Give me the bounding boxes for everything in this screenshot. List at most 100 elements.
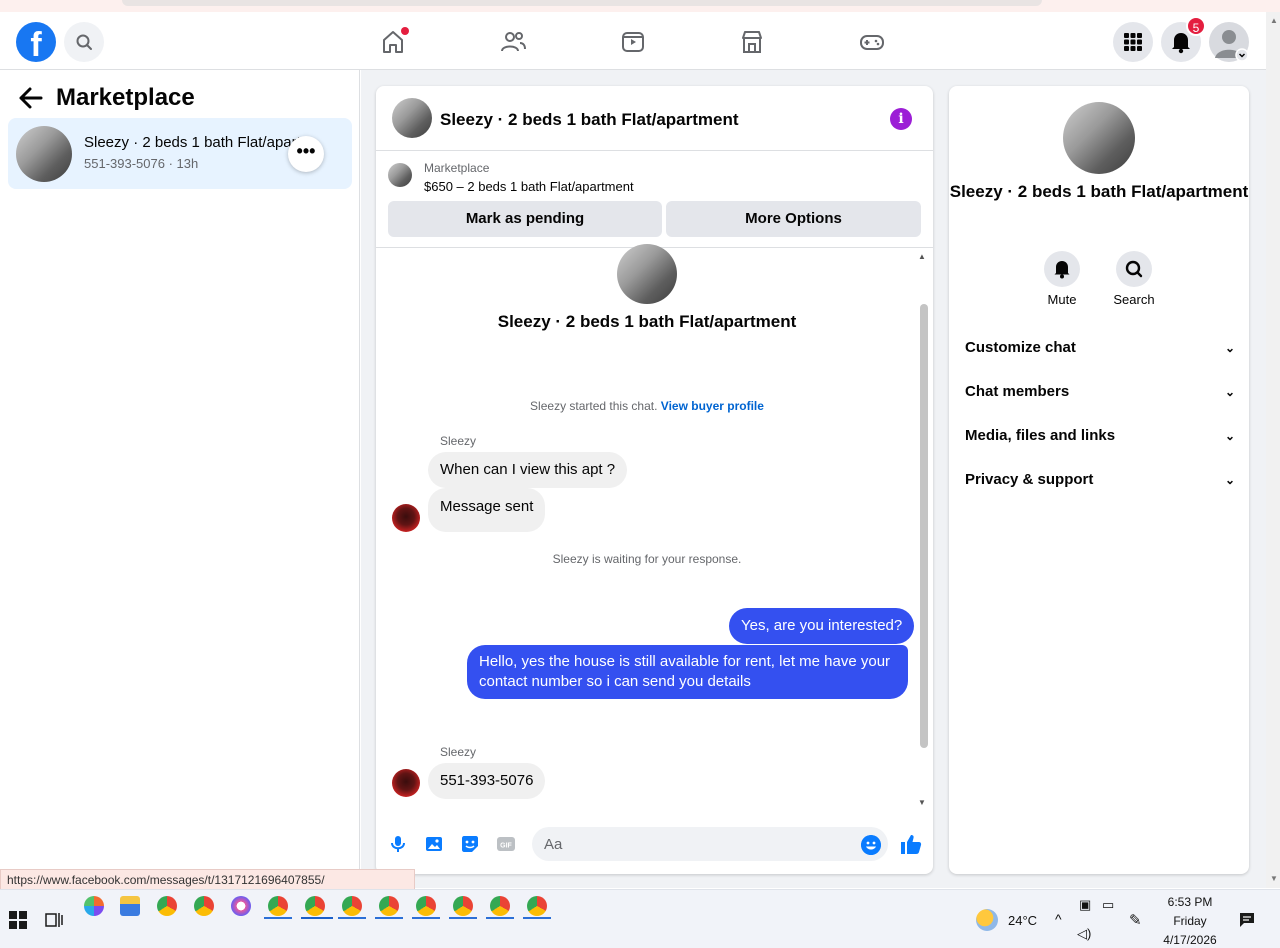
thumbs-up-icon[interactable]	[899, 832, 923, 856]
info-icon[interactable]: i	[890, 108, 912, 130]
chevron-up-icon[interactable]: ^	[1055, 911, 1062, 927]
menu-button[interactable]	[1113, 22, 1153, 62]
incoming-message[interactable]: 551-393-5076	[428, 763, 546, 799]
sticker-icon[interactable]	[460, 834, 480, 854]
privacy-support-section[interactable]: Privacy & support ⌄	[965, 471, 1235, 495]
chat-header-thumbnail[interactable]	[392, 98, 432, 138]
conversation-meta: 551-393-5076 · 13h	[84, 156, 199, 171]
chrome-icon[interactable]	[305, 896, 325, 916]
sender-name: Sleezy	[440, 434, 477, 448]
facebook-logo[interactable]: f	[16, 22, 56, 62]
more-options-icon[interactable]: •••	[288, 136, 324, 172]
page-scrollbar[interactable]: ▲ ▼	[1266, 12, 1280, 888]
account-button[interactable]	[1209, 22, 1249, 62]
mute-button[interactable]	[1044, 251, 1080, 287]
message-input[interactable]	[532, 827, 888, 861]
search-in-chat-button[interactable]	[1116, 251, 1152, 287]
scroll-down-icon[interactable]: ▼	[918, 798, 926, 807]
chat-started-text: Sleezy started this chat.	[530, 399, 658, 413]
listing-small-thumbnail	[388, 163, 412, 187]
sender-name: Sleezy	[440, 745, 477, 759]
chrome-icon[interactable]	[194, 896, 214, 916]
info-title: Sleezy · 2 beds 1 bath Flat/apartment	[949, 182, 1249, 201]
incoming-message[interactable]: When can I view this apt ?	[428, 452, 628, 488]
windows-start-icon[interactable]	[9, 911, 27, 929]
more-options-button[interactable]: More Options	[666, 201, 921, 237]
home-notification-dot	[401, 27, 409, 35]
meet-now-icon[interactable]: ▣	[1079, 897, 1091, 913]
bell-icon	[1054, 261, 1070, 279]
notifications-badge: 5	[1186, 16, 1206, 36]
conversation-name: Sleezy · 2 beds 1 bath Flat/apartment	[84, 134, 309, 151]
view-buyer-profile-link[interactable]: View buyer profile	[661, 399, 764, 413]
message-input-placeholder: Aa	[544, 836, 563, 853]
avatar[interactable]	[392, 769, 420, 797]
scroll-up-icon[interactable]: ▲	[918, 252, 926, 261]
section-label: Media, files and links	[965, 427, 1116, 444]
running-indicator	[523, 917, 551, 919]
marketplace-label: Marketplace	[424, 161, 490, 175]
svg-text:GIF: GIF	[500, 843, 512, 850]
avatar[interactable]	[392, 504, 420, 532]
watch-icon[interactable]	[619, 28, 647, 56]
section-label: Customize chat	[965, 339, 1076, 356]
microphone-icon[interactable]	[388, 834, 408, 854]
marketplace-sidebar	[0, 70, 360, 888]
chat-started-notice: Sleezy started this chat. View buyer pro…	[376, 399, 918, 413]
info-thumbnail[interactable]	[1063, 102, 1135, 174]
chrome-icon[interactable]	[268, 896, 288, 916]
photo-icon[interactable]	[424, 834, 444, 854]
network-icon[interactable]: ▭	[1102, 897, 1114, 913]
chevron-down-icon: ⌄	[1224, 341, 1235, 355]
volume-icon[interactable]: ◁)	[1077, 926, 1091, 942]
chevron-down-icon: ⌄	[1224, 473, 1235, 487]
emoji-icon[interactable]	[861, 835, 881, 855]
customize-chat-section[interactable]: Customize chat ⌄	[965, 339, 1235, 363]
chrome-icon[interactable]	[342, 896, 362, 916]
chat-header-title[interactable]: Sleezy · 2 beds 1 bath Flat/apartment	[440, 110, 739, 130]
marketplace-icon[interactable]	[738, 28, 766, 56]
back-arrow-icon[interactable]	[18, 86, 44, 113]
temperature[interactable]: 24°C	[1008, 913, 1037, 928]
task-view-icon[interactable]	[45, 911, 63, 929]
outgoing-message[interactable]: Hello, yes the house is still available …	[467, 645, 908, 699]
scrollbar-thumb[interactable]	[920, 304, 928, 748]
incoming-message[interactable]: Message sent	[428, 488, 546, 532]
gaming-icon[interactable]	[858, 28, 886, 56]
search-icon	[76, 34, 92, 50]
chrome-icon[interactable]	[416, 896, 436, 916]
scroll-down-icon[interactable]: ▼	[1270, 874, 1278, 883]
section-label: Privacy & support	[965, 471, 1094, 488]
copilot-icon[interactable]	[84, 896, 104, 916]
chrome-icon[interactable]	[379, 896, 399, 916]
friends-icon[interactable]	[499, 28, 527, 56]
search-icon	[1125, 260, 1143, 278]
scroll-up-icon[interactable]: ▲	[1270, 16, 1278, 25]
chrome-icon[interactable]	[527, 896, 547, 916]
clock-time[interactable]: 6:53 PM	[1150, 895, 1230, 909]
chevron-down-icon: ⌄	[1224, 429, 1235, 443]
file-explorer-icon[interactable]	[120, 896, 140, 916]
chevron-down-icon: ⌄	[1224, 385, 1235, 399]
media-files-links-section[interactable]: Media, files and links ⌄	[965, 427, 1235, 451]
chrome-icon[interactable]	[157, 896, 177, 916]
section-label: Chat members	[965, 383, 1070, 400]
weather-icon[interactable]	[976, 909, 998, 931]
pen-icon[interactable]: ✎	[1129, 911, 1142, 929]
messages-scrollbar[interactable]: ▲ ▼	[918, 250, 928, 810]
chrome-icon[interactable]	[453, 896, 473, 916]
gif-icon[interactable]: GIF	[496, 834, 516, 854]
chrome-icon[interactable]	[490, 896, 510, 916]
search-button[interactable]	[64, 22, 104, 62]
listing-thumbnail	[16, 126, 72, 182]
clock-day[interactable]: Friday	[1150, 914, 1230, 928]
notification-center-icon[interactable]	[1238, 911, 1256, 929]
chat-members-section[interactable]: Chat members ⌄	[965, 383, 1235, 407]
mark-as-pending-button[interactable]: Mark as pending	[388, 201, 662, 237]
search-label: Search	[1113, 292, 1155, 307]
outgoing-message[interactable]: Yes, are you interested?	[729, 608, 915, 644]
mute-label: Mute	[1047, 292, 1077, 307]
clock-date[interactable]: 4/17/2026	[1150, 933, 1230, 947]
paint-app-icon[interactable]	[231, 896, 251, 916]
listing-summary[interactable]: $650 – 2 beds 1 bath Flat/apartment	[424, 179, 634, 194]
